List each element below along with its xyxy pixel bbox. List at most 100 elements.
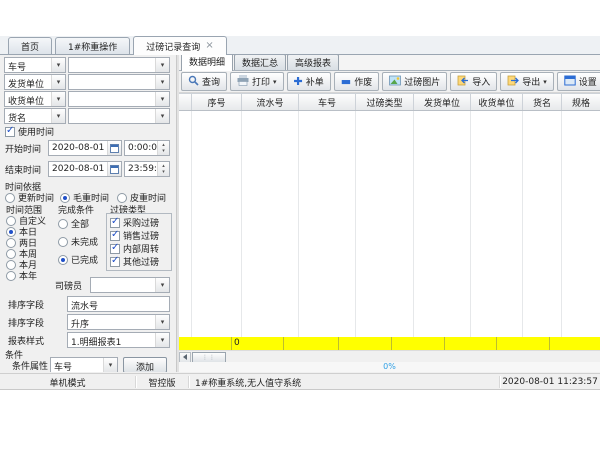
column-header-receiver[interactable]: 收货单位 <box>471 94 523 110</box>
void-button-label: 作废 <box>354 75 372 88</box>
add-condition-button[interactable]: 添加 <box>123 357 167 372</box>
status-system-name: 1#称重系统,无人值守系统 <box>189 375 499 389</box>
import-button[interactable]: 导入 <box>450 72 497 91</box>
column-header-goods[interactable]: 货名 <box>523 94 562 110</box>
chevron-down-icon: ▾ <box>543 78 547 86</box>
grid-body-empty[interactable] <box>179 111 600 338</box>
column-header-serial[interactable]: 流水号 <box>242 94 299 110</box>
tab-weigh-record-query[interactable]: 过磅记录查询 × <box>133 36 226 55</box>
tab-weigh-operation[interactable]: 1#称重操作 <box>55 37 130 54</box>
checkbox-sale-weigh[interactable]: 销售过磅 <box>110 230 159 241</box>
checkbox-label: 销售过磅 <box>123 229 159 242</box>
filter-row-goods: 货名 ▾ ▾ <box>0 108 176 125</box>
spinner-updown-icon[interactable]: ▴▾ <box>157 141 169 155</box>
supplement-button-label: 补单 <box>306 75 324 88</box>
combo-text <box>69 109 155 123</box>
import-icon <box>457 75 469 89</box>
column-header-spec[interactable]: 规格 <box>562 94 600 110</box>
filter-value-select-sender[interactable]: ▾ <box>68 74 170 90</box>
filter-panel: 车号 ▾ ▾ 发货单位 ▾ ▾ 收货 <box>0 55 176 372</box>
spinner-updown-icon[interactable]: ▴▾ <box>157 162 169 176</box>
end-time-spinner[interactable]: 23:59:59 ▴▾ <box>124 161 170 177</box>
chevron-down-icon: ▾ <box>155 92 169 106</box>
start-time-spinner[interactable]: 0:00:00 ▴▾ <box>124 140 170 156</box>
column-header-carno[interactable]: 车号 <box>299 94 356 110</box>
summary-cell <box>445 337 497 350</box>
column-header-sender[interactable]: 发货单位 <box>414 94 471 110</box>
condition-attr-select[interactable]: 车号 ▾ <box>50 357 118 372</box>
radio-finish-unfinished[interactable]: 未完成 <box>58 236 98 247</box>
radio-finish-finished[interactable]: 已完成 <box>58 254 98 265</box>
radio-icon <box>5 193 15 203</box>
query-button[interactable]: 查询 <box>181 72 227 91</box>
chevron-down-icon: ▾ <box>155 109 169 123</box>
void-button[interactable]: ▬ 作废 <box>334 72 379 91</box>
export-icon <box>507 75 519 89</box>
weigh-image-button[interactable]: 过磅图片 <box>382 72 447 91</box>
calendar-icon <box>107 141 121 155</box>
plus-icon: ✚ <box>294 77 303 86</box>
summary-row: 0 <box>179 337 600 350</box>
radio-finish-all[interactable]: 全部 <box>58 218 89 229</box>
tab-advanced-report[interactable]: 高级报表 <box>287 55 339 70</box>
start-date-picker[interactable]: 2020-08-01 <box>48 140 122 156</box>
summary-cell <box>339 337 392 350</box>
radio-label: 已完成 <box>71 253 98 266</box>
checkbox-internal-transfer[interactable]: 内部周转 <box>110 243 159 254</box>
chevron-down-icon: ▾ <box>155 278 169 292</box>
scrollbar-thumb[interactable]: ⋮⋮ <box>192 352 226 363</box>
radio-icon <box>117 193 127 203</box>
filter-value-select-goods[interactable]: ▾ <box>68 108 170 124</box>
end-date-picker[interactable]: 2020-08-01 <box>48 161 122 177</box>
radio-icon <box>58 237 68 247</box>
combo-text <box>69 75 155 89</box>
radio-tare-time[interactable]: 皮重时间 <box>117 192 166 203</box>
chevron-down-icon: ▾ <box>51 75 65 89</box>
settings-button[interactable]: 设置 <box>557 72 600 91</box>
tab-data-detail-label: 数据明细 <box>189 58 225 68</box>
arrow-left-icon <box>183 354 187 360</box>
filter-value-select-carno[interactable]: ▾ <box>68 57 170 73</box>
tab-home[interactable]: 首页 <box>8 37 52 54</box>
data-tabbar: 数据明细 数据汇总 高级报表 <box>179 55 600 71</box>
radio-gross-time[interactable]: 毛重时间 <box>60 192 109 203</box>
checkbox-icon <box>110 244 120 254</box>
combo-text: 升序 <box>68 315 155 329</box>
checkbox-icon <box>110 257 120 267</box>
use-time-checkbox[interactable]: 使用时间 <box>5 126 54 137</box>
tab-data-detail[interactable]: 数据明细 <box>181 55 233 71</box>
tab-home-label: 首页 <box>21 40 39 53</box>
combo-text <box>91 278 155 292</box>
filter-value-select-receiver[interactable]: ▾ <box>68 91 170 107</box>
weigher-select[interactable]: ▾ <box>90 277 170 293</box>
sort-order-select[interactable]: 升序 ▾ <box>67 314 170 330</box>
checkbox-other-weigh[interactable]: 其他过磅 <box>110 256 159 267</box>
status-mode: 单机模式 <box>0 375 135 389</box>
chevron-down-icon: ▾ <box>155 75 169 89</box>
radio-update-time[interactable]: 更新时间 <box>5 192 54 203</box>
tab-data-summary[interactable]: 数据汇总 <box>234 55 286 70</box>
radio-icon <box>60 193 70 203</box>
image-icon <box>389 75 401 89</box>
column-header-weightype[interactable]: 过磅类型 <box>356 94 414 110</box>
combo-text: 车号 <box>5 58 51 72</box>
app-window: 首页 1#称重操作 过磅记录查询 × 车号 ▾ ▾ <box>0 36 600 390</box>
progress-strip: 0% <box>179 362 600 372</box>
combo-text <box>69 58 155 72</box>
filter-field-select-carno[interactable]: 车号 ▾ <box>4 57 66 73</box>
supplement-button[interactable]: ✚ 补单 <box>287 72 331 91</box>
export-button[interactable]: 导出 ▾ <box>500 72 554 91</box>
sort-field-input[interactable]: 流水号 <box>67 296 170 312</box>
checkbox-purchase-weigh[interactable]: 采购过磅 <box>110 217 159 228</box>
status-datetime: 2020-08-01 11:23:57 <box>500 376 600 387</box>
chevron-down-icon: ▾ <box>155 58 169 72</box>
scroll-left-button[interactable] <box>179 352 191 363</box>
column-header-seq[interactable]: 序号 <box>192 94 242 110</box>
condition-attr-label: 条件属性 <box>12 357 48 372</box>
filter-field-select-goods[interactable]: 货名 ▾ <box>4 108 66 124</box>
filter-field-select-receiver[interactable]: 收货单位 ▾ <box>4 91 66 107</box>
close-icon[interactable]: × <box>205 42 213 50</box>
print-button[interactable]: 打印 ▾ <box>230 72 284 91</box>
report-style-select[interactable]: 1.明细报表1 ▾ <box>67 332 170 348</box>
filter-field-select-sender[interactable]: 发货单位 ▾ <box>4 74 66 90</box>
